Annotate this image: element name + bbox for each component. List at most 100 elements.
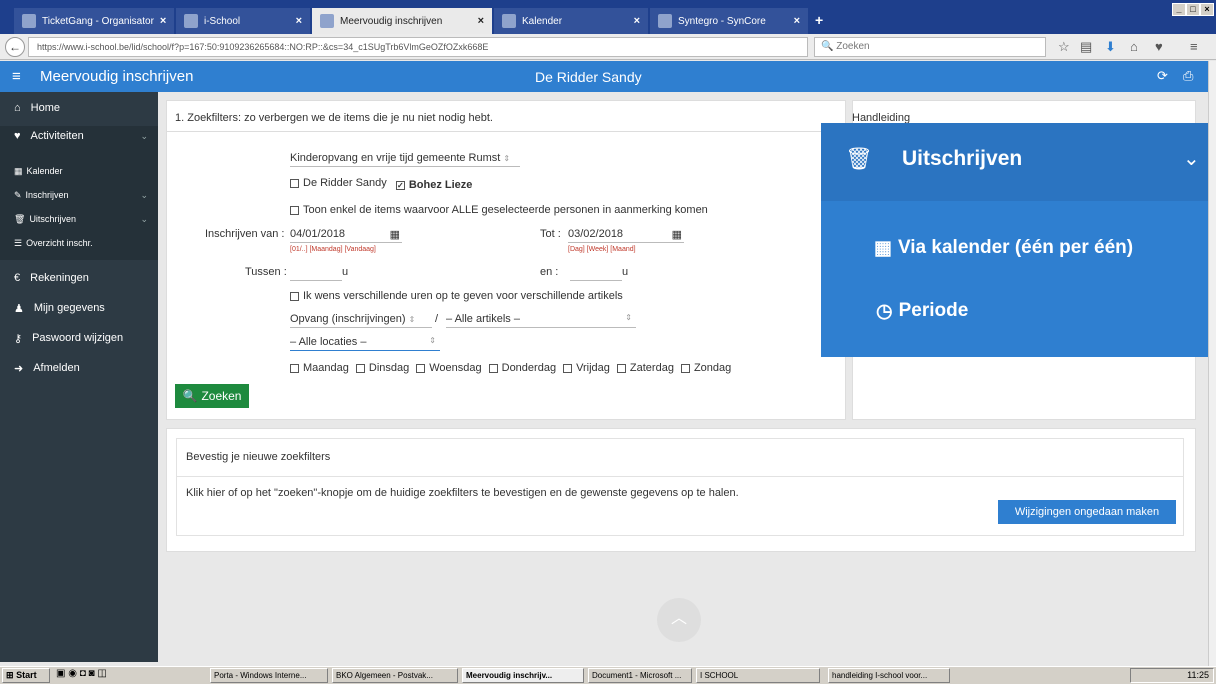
sidebar-item-home[interactable]: ⌂ Home	[0, 98, 158, 118]
date-from-input[interactable]: 04/01/2018 ▦	[290, 228, 402, 243]
pocket-icon[interactable]: ♥	[1155, 39, 1163, 54]
sidebar-item-overzicht[interactable]: ☰ Overzicht inschr.	[0, 234, 158, 252]
close-tab-icon[interactable]: ×	[478, 15, 484, 27]
sidebar-item-paswoord[interactable]: ⚷ Paswoord wijzigen	[0, 328, 158, 348]
locations-select[interactable]: – Alle locaties – ⇕	[290, 336, 440, 351]
day-checkbox-vrijdag[interactable]: Vrijdag	[563, 362, 610, 374]
calendar-icon[interactable]: ▦	[390, 228, 400, 241]
home-browser-icon[interactable]: ⌂	[1130, 39, 1138, 54]
list-icon: ☰	[14, 237, 23, 248]
scroll-top-icon[interactable]: ︿	[657, 598, 701, 642]
weekday-checkboxes: Maandag Dinsdag Woensdag Donderdag Vrijd…	[290, 362, 731, 374]
new-tab-icon[interactable]: +	[815, 12, 823, 28]
time-to-input[interactable]	[570, 266, 622, 281]
page-scrollbar[interactable]	[1208, 61, 1216, 666]
calendar-icon: ▦	[14, 165, 23, 176]
browser-tab[interactable]: TicketGang - Organisator ×	[14, 8, 174, 34]
type-select[interactable]: Opvang (inschrijvingen) ⇕	[290, 313, 432, 328]
windows-logo-icon: ⊞	[6, 670, 14, 680]
overlay-item-kalender[interactable]: ▦ Via kalender (één per één)	[874, 237, 1133, 260]
group-select[interactable]: Kinderopvang en vrije tijd gemeente Rums…	[290, 152, 520, 167]
close-tab-icon[interactable]: ×	[160, 15, 166, 27]
select-arrow-icon: ⇕	[625, 313, 632, 322]
browser-tab-active[interactable]: Meervoudig inschrijven ×	[312, 8, 492, 34]
checkbox-unchecked-icon	[290, 205, 299, 215]
day-checkbox-zondag[interactable]: Zondag	[680, 362, 731, 374]
checkbox-unchecked-icon	[416, 363, 426, 373]
start-button[interactable]: ⊞ Start	[2, 668, 50, 683]
hamburger-menu-icon[interactable]: ≡	[12, 68, 21, 85]
browser-search-input[interactable]: 🔍 Zoeken	[814, 37, 1046, 57]
overlay-title: Uitschrijven	[902, 147, 1023, 170]
home-icon: ⌂	[14, 102, 21, 114]
maximize-icon[interactable]: □	[1186, 3, 1200, 16]
taskbar-item[interactable]: Document1 - Microsoft ...	[588, 668, 692, 683]
date-to-input[interactable]: 03/02/2018 ▦	[568, 228, 684, 243]
divider	[176, 476, 1184, 477]
bookmark-star-icon[interactable]: ☆	[1058, 39, 1070, 55]
close-window-icon[interactable]: ×	[1200, 3, 1214, 16]
calendar-icon[interactable]: ▦	[672, 228, 682, 241]
browser-menu-icon[interactable]: ≡	[1190, 39, 1198, 54]
quicklaunch-icons[interactable]: ▣ ◉ ◘ ◙ ◫	[56, 668, 107, 679]
day-checkbox-maandag[interactable]: Maandag	[290, 362, 349, 374]
refresh-icon[interactable]: ⟳	[1157, 68, 1168, 84]
checkbox-unchecked-icon	[290, 291, 299, 301]
taskbar-item-active[interactable]: Meervoudig inschrijv...	[462, 668, 584, 683]
search-button[interactable]: 🔍 Zoeken	[175, 384, 249, 408]
inschrijven-van-label: Inschrijven van :	[205, 228, 285, 240]
close-tab-icon[interactable]: ×	[634, 15, 640, 27]
from-shortcuts[interactable]: [01/..] [Maandag] [Vandaag]	[290, 246, 376, 253]
sidebar-item-afmelden[interactable]: ➜ Afmelden	[0, 358, 158, 378]
tot-label: Tot :	[540, 228, 561, 240]
confirm-text[interactable]: Klik hier of op het "zoeken"-knopje om d…	[186, 487, 739, 499]
calendar-icon: ▦	[874, 238, 892, 259]
hour-unit: u	[342, 266, 349, 278]
sidebar-item-mijn-gegevens[interactable]: ♟ Mijn gegevens	[0, 298, 158, 318]
sidebar-item-inschrijven[interactable]: ✎ Inschrijven ⌄	[0, 186, 158, 204]
browser-tab[interactable]: Syntegro - SynCore ×	[650, 8, 808, 34]
url-bar[interactable]: https://www.i-school.be/lid/school/f?p=1…	[28, 37, 808, 57]
time-from-input[interactable]	[290, 266, 342, 281]
sidebar-item-rekeningen[interactable]: € Rekeningen	[0, 268, 158, 288]
only-all-checkbox[interactable]: Toon enkel de items waarvoor ALLE gesele…	[290, 204, 708, 216]
day-checkbox-woensdag[interactable]: Woensdag	[416, 362, 482, 374]
day-checkbox-zaterdag[interactable]: Zaterdag	[616, 362, 674, 374]
sidebar-item-kalender[interactable]: ▦ Kalender	[0, 162, 158, 180]
divider	[166, 131, 846, 132]
sidebar-item-activiteiten[interactable]: ♥ Activiteiten ⌄	[0, 126, 158, 146]
day-checkbox-dinsdag[interactable]: Dinsdag	[355, 362, 409, 374]
back-arrow-icon[interactable]: ←	[5, 37, 25, 57]
undo-changes-button[interactable]: Wijzigingen ongedaan maken	[998, 500, 1176, 524]
confirm-title: Bevestig je nieuwe zoekfilters	[186, 451, 331, 463]
person-checkbox-2[interactable]: ✓ Bohez Lieze	[395, 179, 472, 191]
checkbox-unchecked-icon	[290, 178, 299, 188]
articles-select[interactable]: – Alle artikels – ⇕	[446, 313, 636, 328]
browser-tab[interactable]: Kalender ×	[494, 8, 648, 34]
minimize-icon[interactable]: _	[1172, 3, 1186, 16]
reading-list-icon[interactable]: ▤	[1080, 39, 1092, 55]
to-shortcuts[interactable]: [Dag] [Week] [Maand]	[568, 246, 636, 253]
day-checkbox-donderdag[interactable]: Donderdag	[488, 362, 556, 374]
taskbar-item[interactable]: BKO Algemeen - Postvak...	[332, 668, 458, 683]
download-icon[interactable]: ⬇	[1105, 39, 1116, 55]
taskbar-item[interactable]: handleiding I-school voor...	[828, 668, 950, 683]
tab-favicon-icon	[22, 14, 36, 28]
different-hours-checkbox[interactable]: Ik wens verschillende uren op te geven v…	[290, 290, 623, 302]
en-label: en :	[540, 266, 559, 278]
print-icon[interactable]: ⎙	[1183, 68, 1193, 84]
browser-tab[interactable]: i-School ×	[176, 8, 310, 34]
person-checkbox-1[interactable]: De Ridder Sandy	[290, 177, 387, 189]
overlay-item-periode[interactable]: ◷ Periode	[876, 300, 968, 323]
close-tab-icon[interactable]: ×	[794, 15, 800, 27]
sidebar-item-uitschrijven[interactable]: 🗑 Uitschrijven ⌄	[0, 210, 158, 228]
checkbox-unchecked-icon	[355, 363, 365, 373]
chevron-down-icon: ⌄	[140, 213, 148, 224]
tussen-label: Tussen :	[245, 266, 287, 278]
checkbox-unchecked-icon	[290, 363, 299, 373]
close-tab-icon[interactable]: ×	[296, 15, 302, 27]
taskbar-item[interactable]: Porta - Windows Interne...	[210, 668, 328, 683]
taskbar-item[interactable]: I SCHOOL	[696, 668, 820, 683]
tab-favicon-icon	[184, 14, 198, 28]
page-title: Meervoudig inschrijven	[40, 68, 194, 85]
